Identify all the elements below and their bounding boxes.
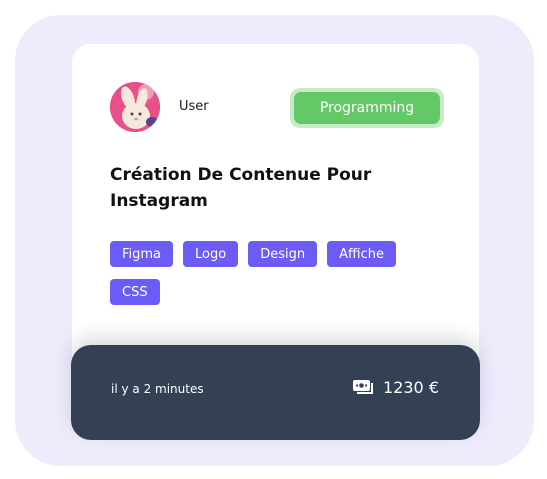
tag-list: Figma Logo Design Affiche CSS	[110, 241, 440, 305]
tag-affiche[interactable]: Affiche	[327, 241, 396, 267]
username: User	[179, 99, 209, 114]
money-icon	[353, 380, 374, 394]
posted-time: il y a 2 minutes	[111, 382, 204, 396]
price-container: 1230 €	[353, 376, 439, 400]
category-badge-label: Programming	[294, 92, 440, 124]
category-badge: Programming	[290, 88, 444, 128]
tag-logo[interactable]: Logo	[183, 241, 239, 267]
bunny-avatar-icon	[110, 82, 160, 132]
card-footer: il y a 2 minutes 1230 €	[71, 345, 480, 440]
tag-css[interactable]: CSS	[110, 279, 160, 305]
project-title: Création De Contenue Pour Instagram	[110, 165, 372, 211]
avatar	[110, 82, 160, 132]
tag-design[interactable]: Design	[248, 241, 318, 267]
tag-figma[interactable]: Figma	[110, 241, 174, 267]
price: 1230 €	[383, 378, 439, 397]
